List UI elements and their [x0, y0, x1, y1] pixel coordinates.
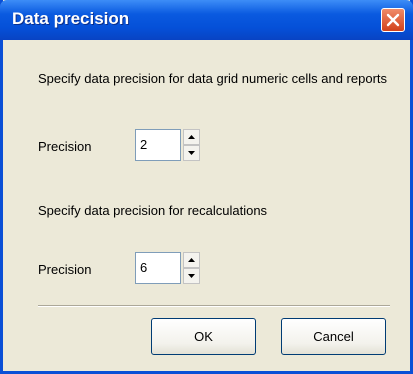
recalc-precision-spinner [183, 252, 200, 284]
recalc-precision-down-button[interactable] [183, 268, 200, 284]
recalc-precision-up-button[interactable] [183, 252, 200, 268]
cancel-button[interactable]: Cancel [281, 318, 386, 355]
title-bar[interactable]: Data precision [0, 0, 413, 40]
dialog-window: Data precision Specify data precision fo… [0, 0, 413, 374]
recalc-precision-input[interactable]: 6 [135, 252, 181, 284]
arrow-down-icon [188, 151, 195, 155]
dialog-title: Data precision [12, 9, 130, 28]
arrow-up-icon [188, 258, 195, 262]
arrow-up-icon [188, 135, 195, 139]
grid-precision-spinner [183, 129, 200, 161]
ok-button[interactable]: OK [151, 318, 256, 355]
close-icon [386, 13, 400, 27]
recalc-precision-label: Precision [38, 262, 92, 277]
grid-precision-down-button[interactable] [183, 145, 200, 161]
divider [38, 305, 390, 307]
grid-precision-up-button[interactable] [183, 129, 200, 145]
grid-precision-description: Specify data precision for data grid num… [38, 71, 388, 86]
close-button[interactable] [381, 8, 405, 32]
arrow-down-icon [188, 274, 195, 278]
grid-precision-input[interactable]: 2 [135, 129, 181, 161]
recalc-precision-description: Specify data precision for recalculation… [38, 203, 268, 218]
grid-precision-label: Precision [38, 139, 92, 154]
